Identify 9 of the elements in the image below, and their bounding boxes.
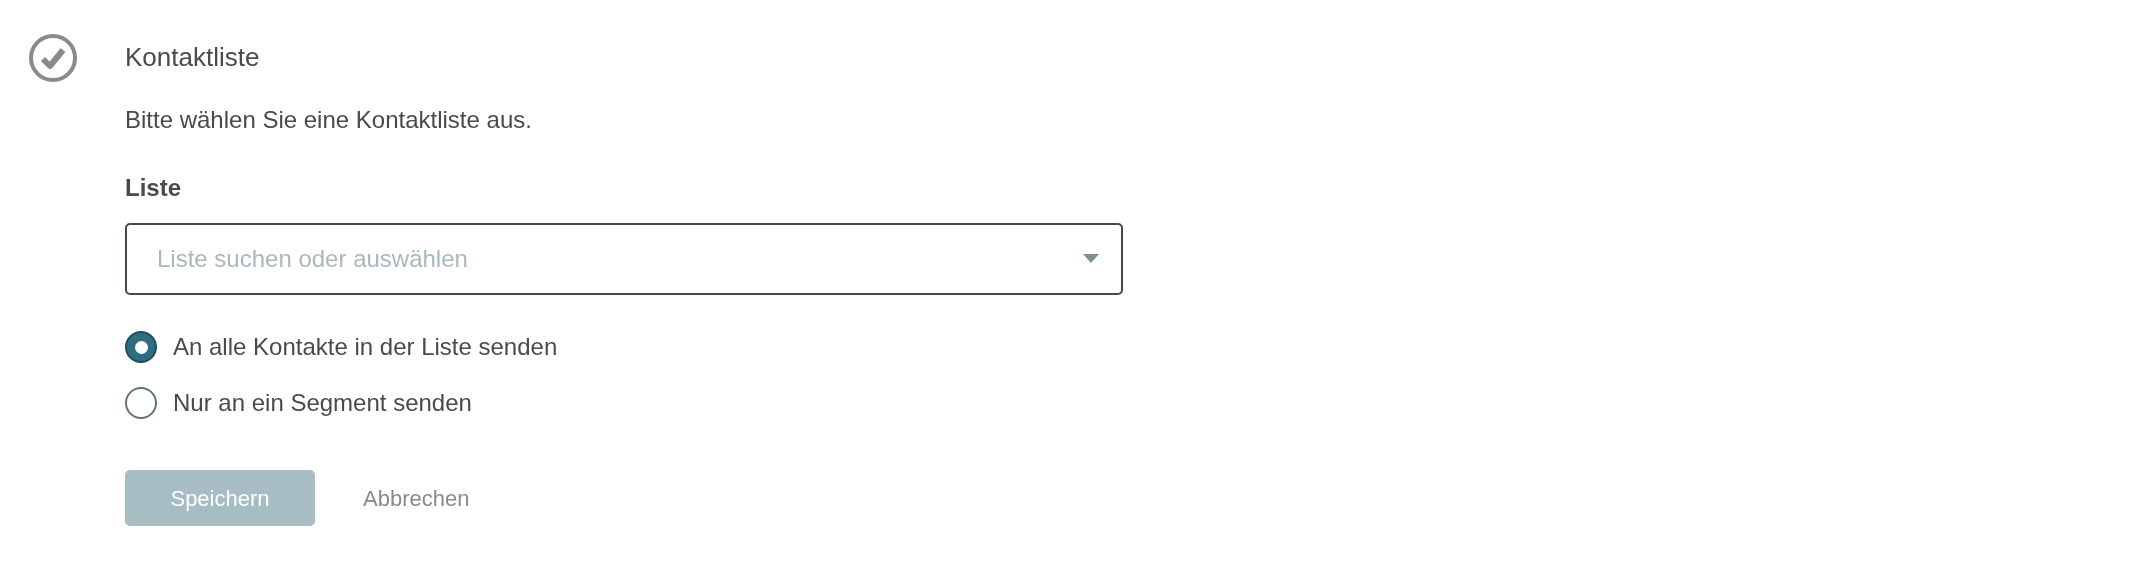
section-description: Bitte wählen Sie eine Kontaktliste aus. [125,105,533,135]
caret-icon [1083,254,1099,264]
radio-button[interactable] [125,331,157,363]
list-select[interactable]: Liste suchen oder auswählen [125,223,1123,295]
radio-label[interactable]: An alle Kontakte in der Liste senden [173,332,558,362]
field-label: Liste [125,173,182,203]
radio-button[interactable] [125,387,157,419]
section-title: Kontaktliste [125,41,261,74]
radio-label[interactable]: Nur an ein Segment senden [173,388,472,418]
